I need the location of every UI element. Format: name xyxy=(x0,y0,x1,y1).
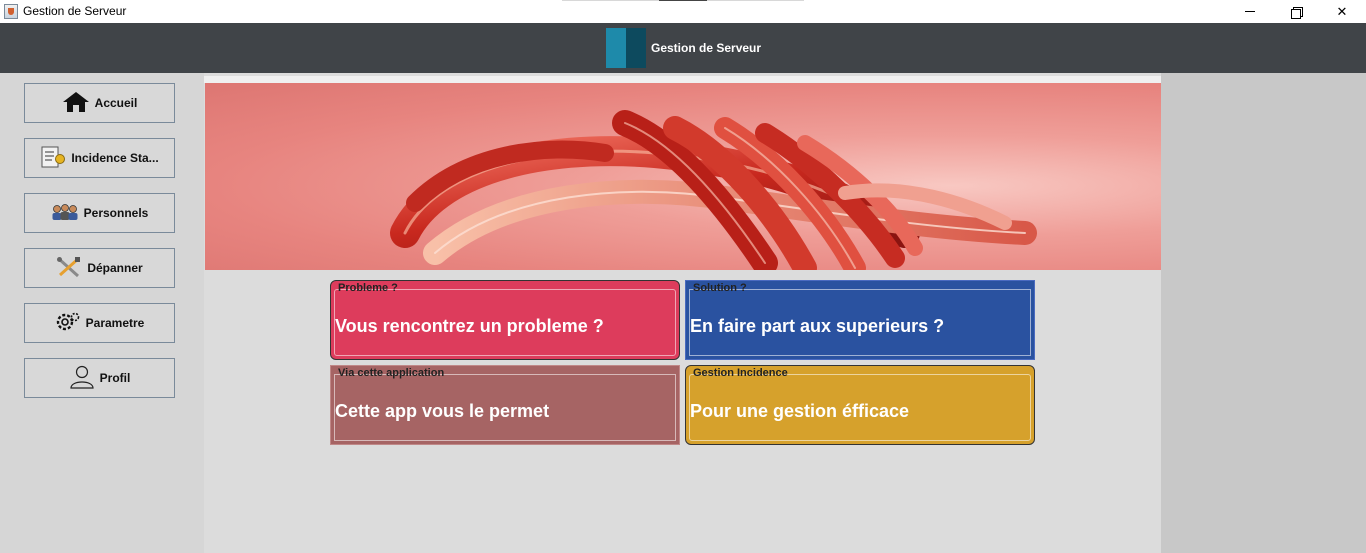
window-titlebar: Gestion de Serveur ✕ xyxy=(0,0,1366,23)
report-icon xyxy=(40,146,66,171)
java-app-icon xyxy=(4,4,18,19)
card-gestion-incidence: Gestion Incidence Pour une gestion éffic… xyxy=(685,365,1035,445)
minimize-button[interactable] xyxy=(1227,0,1273,23)
sidebar-item-incidence[interactable]: Incidence Sta... xyxy=(24,138,175,178)
titlebar-divider-highlight xyxy=(659,0,707,1)
sidebar-item-depanner[interactable]: Dépanner xyxy=(24,248,175,288)
sidebar: Accueil Incidence Sta... Personnels Dépa… xyxy=(0,73,204,553)
card-via-application: Via cette application Cette app vous le … xyxy=(330,365,680,445)
sidebar-item-label: Dépanner xyxy=(87,261,143,275)
card-legend: Probleme ? xyxy=(338,282,398,294)
home-icon xyxy=(62,91,90,116)
card-solution: Solution ? En faire part aux superieurs … xyxy=(685,280,1035,360)
card-text: Vous rencontrez un probleme ? xyxy=(335,316,604,336)
card-legend: Gestion Incidence xyxy=(693,367,788,379)
app-logo xyxy=(606,28,646,68)
sidebar-item-label: Accueil xyxy=(94,96,138,110)
restore-icon xyxy=(1291,6,1303,19)
close-button[interactable]: ✕ xyxy=(1319,0,1365,23)
settings-icon xyxy=(55,311,81,336)
sidebar-item-label: Incidence Sta... xyxy=(71,151,159,165)
banner-image xyxy=(205,83,1161,270)
card-text: Cette app vous le permet xyxy=(335,401,550,421)
card-legend: Via cette application xyxy=(338,367,445,379)
card-text: Pour une gestion éfficace xyxy=(690,401,910,421)
people-icon xyxy=(51,203,79,224)
card-legend: Solution ? xyxy=(693,282,747,294)
card-probleme: Probleme ? Vous rencontrez un probleme ? xyxy=(330,280,680,360)
close-icon: ✕ xyxy=(1336,3,1348,19)
restore-button[interactable] xyxy=(1273,0,1319,23)
top-strip xyxy=(204,76,1161,83)
app-header: Gestion de Serveur xyxy=(0,23,1366,73)
sidebar-item-accueil[interactable]: Accueil xyxy=(24,83,175,123)
logo-left-panel xyxy=(606,28,626,68)
sidebar-item-label: Profil xyxy=(99,371,131,385)
sidebar-item-profil[interactable]: Profil xyxy=(24,358,175,398)
minimize-icon xyxy=(1245,11,1255,12)
sidebar-item-label: Parametre xyxy=(85,316,145,330)
window-title: Gestion de Serveur xyxy=(23,4,127,18)
tools-icon xyxy=(56,256,82,281)
main-panel: Probleme ? Vous rencontrez un probleme ?… xyxy=(204,73,1161,553)
user-icon xyxy=(69,365,95,392)
sidebar-item-parametre[interactable]: Parametre xyxy=(24,303,175,343)
right-empty-panel xyxy=(1161,73,1366,553)
card-text: En faire part aux superieurs ? xyxy=(690,316,945,336)
sidebar-item-label: Personnels xyxy=(83,206,149,220)
header-title: Gestion de Serveur xyxy=(651,41,762,55)
logo-right-panel xyxy=(626,28,646,68)
sidebar-item-personnels[interactable]: Personnels xyxy=(24,193,175,233)
